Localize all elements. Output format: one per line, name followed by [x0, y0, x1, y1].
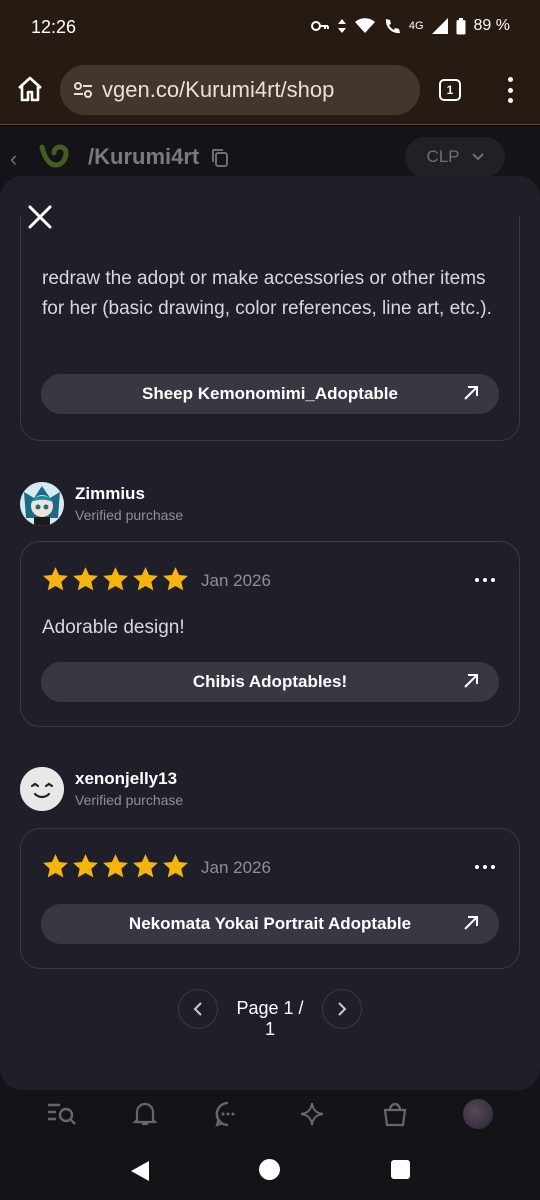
star-icon [73, 854, 98, 878]
more-options-icon[interactable] [475, 865, 495, 871]
star-icon [133, 567, 158, 591]
review-text: redraw the adopt or make accessories or … [42, 268, 492, 319]
star-icon [43, 854, 68, 878]
network-type: 4G [408, 20, 424, 32]
product-link-button[interactable]: Chibis Adoptables! [41, 662, 499, 702]
url-text: vgen.co/Kurumi4rt/shop [102, 77, 335, 102]
previous-page-button[interactable] [178, 989, 218, 1029]
product-link-button[interactable]: Sheep Kemonomimi_Adoptable [41, 374, 499, 414]
status-time: 12:26 [31, 17, 77, 37]
site-settings-icon[interactable] [72, 79, 94, 101]
status-icons: 4G 89 % [310, 17, 510, 35]
reviewer-header: xenonjelly13 Verified purchase [20, 767, 320, 813]
product-link-label: Sheep Kemonomimi_Adoptable [142, 384, 398, 403]
search-list-icon[interactable] [47, 1099, 77, 1129]
status-bar: 12:26 4G 89 % [0, 0, 540, 55]
arrow-up-right-icon [464, 674, 478, 688]
vpn-key-icon [310, 21, 329, 31]
bottom-navigation [0, 1088, 540, 1140]
address-bar[interactable]: vgen.co/Kurumi4rt/shop [60, 65, 420, 115]
review-card: Jan 2026 Adorable design! Chibis Adoptab… [20, 541, 520, 727]
arrow-up-right-icon [464, 386, 478, 400]
product-link-button[interactable]: Nekomata Yokai Portrait Adoptable [41, 904, 499, 944]
reviewer-header: Zimmius Verified purchase [20, 482, 320, 528]
currency-label: CLP [426, 147, 460, 166]
reviewer-name[interactable]: Zimmius [75, 484, 145, 504]
verified-purchase-label: Verified purchase [75, 792, 184, 808]
review-date: Jan 2026 [201, 858, 271, 877]
star-icon [163, 567, 188, 591]
review-card: Jan 2026 Nekomata Yokai Portrait Adoptab… [20, 828, 520, 969]
star-icon [103, 567, 128, 591]
wifi-call-icon [385, 19, 400, 34]
product-link-label: Nekomata Yokai Portrait Adoptable [128, 914, 412, 933]
more-options-icon[interactable] [475, 578, 495, 584]
page-indicator: Page 1 / 1 [236, 998, 304, 1039]
home-icon[interactable] [16, 75, 44, 103]
star-icon [163, 854, 188, 878]
battery-level: 89 % [473, 17, 510, 34]
star-rating [42, 853, 189, 880]
chevron-right-icon [338, 1002, 347, 1016]
verified-purchase-label: Verified purchase [75, 507, 184, 523]
back-triangle-icon[interactable] [130, 1160, 150, 1182]
copy-icon[interactable] [211, 148, 229, 168]
chat-icon[interactable] [213, 1099, 243, 1129]
currency-selector[interactable]: CLP [405, 137, 505, 177]
star-rating [42, 566, 189, 593]
browser-toolbar: vgen.co/Kurumi4rt/shop 1 [0, 55, 540, 125]
review-text: Adorable design! [42, 617, 185, 638]
vgen-logo-icon [39, 144, 69, 168]
bell-icon[interactable] [130, 1099, 160, 1129]
shopping-bag-icon[interactable] [380, 1099, 410, 1129]
review-card: redraw the adopt or make accessories or … [20, 216, 520, 441]
system-navigation-bar [0, 1141, 540, 1200]
avatar[interactable] [20, 767, 64, 811]
review-date: Jan 2026 [201, 571, 271, 590]
chevron-left-icon [193, 1002, 202, 1016]
wifi-icon [354, 18, 375, 33]
recents-square-icon[interactable] [391, 1160, 410, 1179]
back-chevron-icon[interactable]: ‹ [10, 146, 17, 172]
star-icon [103, 854, 128, 878]
tab-switcher-button[interactable]: 1 [439, 79, 461, 101]
next-page-button[interactable] [322, 989, 362, 1029]
battery-icon [456, 17, 466, 34]
home-circle-icon[interactable] [259, 1159, 280, 1180]
browser-menu-button[interactable] [500, 77, 520, 103]
pagination: Page 1 / 1 [178, 989, 362, 1039]
avatar[interactable] [20, 482, 64, 526]
chevron-down-icon [471, 153, 484, 161]
profile-handle: /Kurumi4rt [88, 144, 200, 169]
star-icon [43, 567, 68, 591]
arrow-up-right-icon [464, 916, 478, 930]
data-arrows-icon [337, 19, 346, 33]
star-icon [73, 567, 98, 591]
product-link-label: Chibis Adoptables! [192, 672, 348, 691]
profile-avatar[interactable] [463, 1099, 494, 1129]
sparkle-icon[interactable] [297, 1099, 327, 1129]
reviews-modal: redraw the adopt or make accessories or … [0, 176, 540, 1090]
signal-icon [431, 18, 448, 34]
star-icon [133, 854, 158, 878]
reviewer-name[interactable]: xenonjelly13 [75, 769, 177, 789]
